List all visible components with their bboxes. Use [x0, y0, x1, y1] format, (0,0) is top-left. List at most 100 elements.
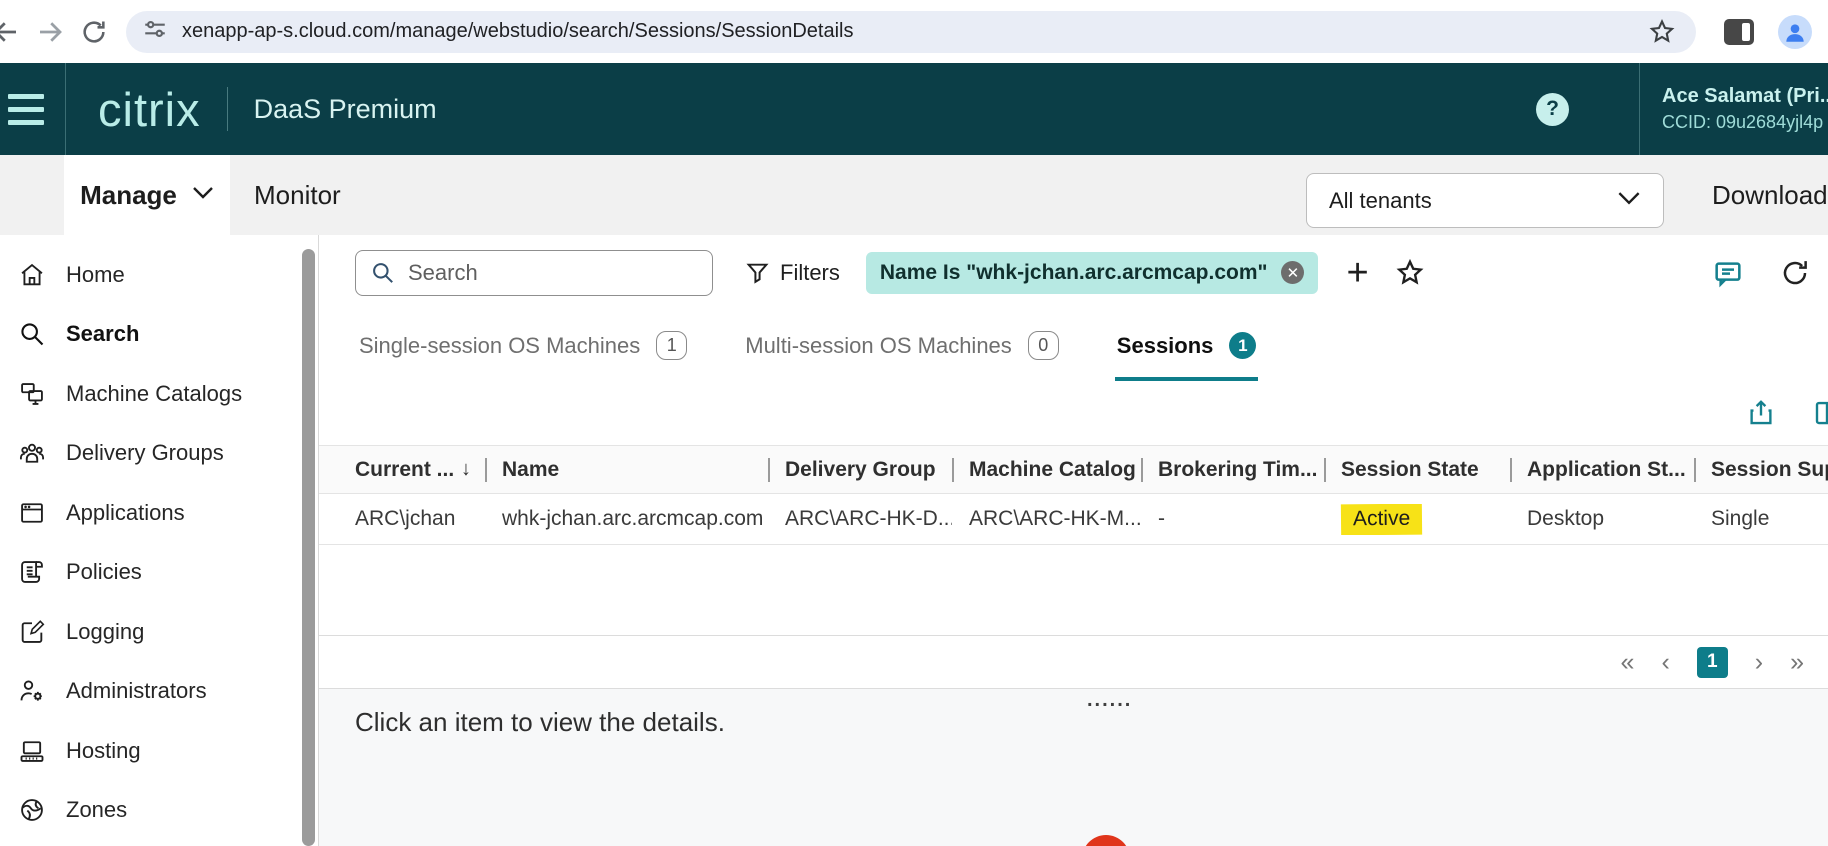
sidebar-item-applications[interactable]: Applications [0, 483, 300, 543]
downloads-link[interactable]: Downloads [1712, 180, 1828, 211]
tab-single-session-os-machines[interactable]: Single-session OS Machines 1 [359, 310, 688, 381]
add-filter-button[interactable]: + [1346, 254, 1368, 292]
address-bar[interactable]: xenapp-ap-s.cloud.com/manage/webstudio/s… [126, 10, 1696, 53]
logging-icon [21, 619, 45, 643]
citrix-logo: citrix [98, 82, 201, 136]
policies-icon [21, 561, 43, 584]
url-text: xenapp-ap-s.cloud.com/manage/webstudio/s… [182, 20, 854, 42]
search-icon [21, 323, 44, 346]
tenant-selected-value: All tenants [1329, 187, 1432, 213]
sidebar-item-zones[interactable]: Zones [0, 781, 300, 841]
table-row[interactable]: ARC\jchan whk-jchan.arc.arcmcap.com ARC\… [319, 494, 1828, 545]
tab-sessions[interactable]: Sessions 1 [1114, 310, 1259, 381]
filter-chip[interactable]: Name Is "whk-jchan.arc.arcmcap.com" ✕ [865, 251, 1319, 294]
help-icon[interactable]: ? [1536, 92, 1569, 126]
product-title: DaaS Premium [253, 93, 437, 124]
column-header-brokering-time[interactable]: Brokering Tim... [1141, 458, 1324, 482]
sidebar-item-delivery-groups[interactable]: Delivery Groups [0, 424, 300, 484]
cell-name: whk-jchan.arc.arcmcap.com [502, 507, 764, 530]
machine-catalogs-icon [21, 382, 43, 405]
previous-page-icon[interactable]: ‹ [1661, 649, 1669, 675]
user-name: Ace Salamat (Pri... [1662, 85, 1828, 107]
brand-divider [226, 87, 228, 131]
applications-icon [21, 503, 43, 523]
details-placeholder-text: Click an item to view the details. [355, 707, 725, 737]
column-header-session-state[interactable]: Session State [1324, 458, 1510, 482]
cell-session-support: Single [1711, 507, 1770, 530]
cell-machine-catalog: ARC\ARC-HK-M... [969, 507, 1141, 530]
tab-manage[interactable]: Manage [64, 155, 230, 235]
sidebar-scrollbar [300, 235, 319, 846]
result-tabs: Single-session OS Machines 1 Multi-sessi… [319, 310, 1828, 381]
cell-session-state: Active [1324, 503, 1510, 535]
save-filter-star-icon[interactable] [1395, 258, 1425, 288]
pagination: « ‹ 1 › » [319, 635, 1828, 688]
chevron-down-icon [1617, 191, 1641, 211]
filter-funnel-icon [746, 263, 769, 284]
sidebar-item-administrators[interactable]: Administrators [0, 662, 300, 722]
browser-reload-icon[interactable] [72, 10, 116, 54]
column-header-machine-catalog[interactable]: Machine Catalog [952, 458, 1141, 482]
table-tools [319, 381, 1828, 445]
sort-descending-icon[interactable]: ↓ [461, 458, 471, 481]
last-page-icon[interactable]: » [1790, 649, 1804, 675]
current-page-button[interactable]: 1 [1696, 646, 1728, 678]
site-info-icon[interactable] [142, 16, 168, 47]
sidebar-item-home[interactable]: Home [0, 245, 300, 305]
column-header-current-user[interactable]: Current ... ↓ [355, 458, 485, 482]
sidebar-item-hosting[interactable]: Hosting [0, 721, 300, 781]
hamburger-menu-icon[interactable] [0, 63, 66, 155]
tab-multi-session-os-machines[interactable]: Multi-session OS Machines 0 [745, 310, 1059, 381]
browser-back-icon[interactable] [0, 10, 28, 54]
sidebar-item-logging[interactable]: Logging [0, 602, 300, 662]
tenant-selector[interactable]: All tenants [1306, 173, 1664, 228]
home-icon [21, 263, 43, 286]
app-header: citrix DaaS Premium ? Ace Salamat (Pri..… [0, 63, 1828, 155]
column-settings-icon[interactable] [1812, 397, 1828, 429]
count-badge: 0 [1027, 331, 1059, 360]
search-filter-toolbar: Filters Name Is "whk-jchan.arc.arcmcap.c… [319, 235, 1828, 310]
sidebar-item-search[interactable]: Search [0, 305, 300, 365]
session-state-highlight: Active [1340, 503, 1423, 535]
sidebar-item-machine-catalogs[interactable]: Machine Catalogs [0, 364, 300, 424]
next-page-icon[interactable]: › [1755, 649, 1763, 675]
count-badge: 1 [656, 331, 688, 360]
main-content: Filters Name Is "whk-jchan.arc.arcmcap.c… [319, 235, 1828, 846]
table-empty-area [319, 545, 1828, 635]
browser-forward-icon[interactable] [28, 10, 72, 54]
first-page-icon[interactable]: « [1621, 649, 1635, 675]
search-icon [373, 262, 393, 283]
console-nav-bar: Manage Monitor All tenants Downloads [0, 155, 1828, 235]
column-header-application-state[interactable]: Application St... [1510, 458, 1694, 482]
count-badge: 1 [1229, 332, 1257, 359]
search-box[interactable] [355, 249, 713, 296]
browser-toolbar: xenapp-ap-s.cloud.com/manage/webstudio/s… [0, 0, 1828, 63]
cell-application-state: Desktop [1527, 507, 1605, 530]
zones-icon [21, 799, 43, 822]
user-menu[interactable]: Ace Salamat (Pri... CCID: 09u2684yjl4p [1640, 85, 1828, 133]
bookmark-star-icon[interactable] [1648, 18, 1676, 46]
side-panel-icon[interactable] [1724, 18, 1754, 45]
sidebar-nav: Home Search Machine Catalogs Delivery Gr… [0, 235, 300, 846]
remove-filter-icon[interactable]: ✕ [1281, 261, 1305, 284]
refresh-icon[interactable] [1780, 258, 1810, 288]
panel-drag-handle[interactable]: ...... [1087, 689, 1132, 712]
column-header-name[interactable]: Name [485, 458, 768, 482]
scrollbar-thumb[interactable] [302, 249, 315, 846]
column-header-session-support[interactable]: Session Sup... [1694, 458, 1828, 482]
chevron-down-icon [192, 186, 214, 205]
chat-launcher-button[interactable] [1082, 835, 1130, 846]
table-header-row: Current ... ↓ Name Delivery Group Machin… [319, 445, 1828, 494]
search-input[interactable] [408, 259, 698, 286]
column-header-delivery-group[interactable]: Delivery Group [768, 458, 952, 482]
feedback-icon[interactable] [1712, 257, 1744, 289]
hosting-icon [20, 741, 44, 762]
cell-brokering-time: - [1158, 507, 1165, 530]
profile-avatar[interactable] [1778, 14, 1812, 49]
export-icon[interactable] [1746, 397, 1776, 429]
tab-monitor[interactable]: Monitor [254, 180, 341, 211]
cell-delivery-group: ARC\ARC-HK-D... [785, 507, 952, 530]
administrators-icon [20, 680, 42, 701]
filters-button[interactable]: Filters [745, 260, 840, 286]
sidebar-item-policies[interactable]: Policies [0, 543, 300, 603]
